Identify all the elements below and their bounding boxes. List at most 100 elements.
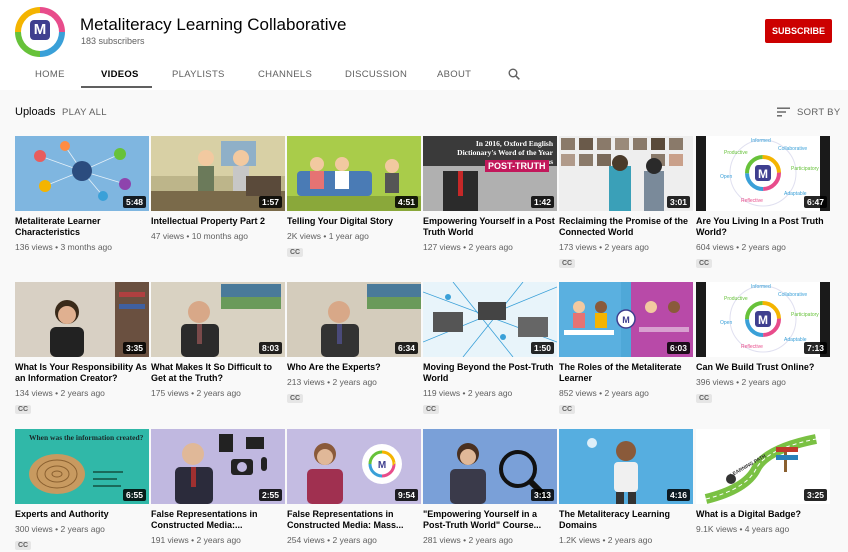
video-thumbnail[interactable]: 4:51 [287,136,421,211]
video-meta: 134 views • 2 years ago [15,388,105,398]
wheel-word: Reflective [741,344,763,350]
video-meta: 175 views • 2 years ago [151,388,241,398]
video-thumbnail[interactable]: In 2016, Oxford English Dictionary's Wor… [423,136,557,211]
video-duration: 3:25 [803,489,827,501]
video-title[interactable]: Who Are the Experts? [287,362,421,373]
tab-channels[interactable]: CHANNELS [258,69,312,80]
video-title[interactable]: Can We Build Trust Online? [696,362,830,373]
video-title[interactable]: Reclaiming the Promise of the Connected … [559,216,693,238]
play-all-button[interactable]: PLAY ALL [62,107,107,118]
video-thumbnail[interactable]: 4:16 [559,429,693,504]
video-duration: 1:42 [530,196,554,208]
video-card[interactable]: M 9:54 False Representations in Construc… [287,429,421,545]
video-title[interactable]: False Representations in Constructed Med… [287,509,421,531]
video-meta: 604 views • 2 years ago [696,242,786,252]
video-card[interactable]: 1:57 Intellectual Property Part 2 47 vie… [151,136,285,241]
video-meta: 2K views • 1 year ago [287,231,369,241]
video-thumbnail[interactable]: 1:50 [423,282,557,357]
tab-about[interactable]: ABOUT [437,69,471,80]
video-title[interactable]: Empowering Yourself in a Post Truth Worl… [423,216,557,238]
video-meta: 119 views • 2 years ago [423,388,513,398]
video-thumbnail[interactable]: 3:13 [423,429,557,504]
video-card[interactable]: When was the information created? 6:55 E… [15,429,149,552]
closed-captions-badge: CC [696,394,713,403]
video-duration: 8:03 [258,342,282,354]
svg-text:M: M [622,315,630,325]
video-thumbnail[interactable]: When was the information created? 6:55 [15,429,149,504]
video-thumbnail[interactable]: M 6:03 [559,282,693,357]
tab-playlists[interactable]: PLAYLISTS [172,69,225,80]
tab-discussion[interactable]: DISCUSSION [345,69,407,80]
video-duration: 1:50 [530,342,554,354]
video-duration: 2:55 [258,489,282,501]
wheel-word: Collaborative [778,146,808,152]
video-title[interactable]: "Empowering Yourself in a Post-Truth Wor… [423,509,557,531]
tab-videos[interactable]: VIDEOS [101,69,139,80]
video-thumbnail[interactable]: M 9:54 [287,429,421,504]
closed-captions-badge: CC [423,405,440,414]
video-card[interactable]: 8:03 What Makes It So Difficult to Get a… [151,282,285,398]
video-card[interactable]: 1:50 Moving Beyond the Post-Truth World … [423,282,557,416]
video-thumbnail[interactable]: 8:03 [151,282,285,357]
video-thumbnail[interactable]: 2:55 [151,429,285,504]
video-title[interactable]: What Makes It So Difficult to Get at the… [151,362,285,384]
video-title[interactable]: False Representations in Constructed Med… [151,509,285,531]
video-thumbnail[interactable]: 3:35 [15,282,149,357]
video-thumbnail[interactable]: 6:34 [287,282,421,357]
tab-home[interactable]: HOME [35,69,65,80]
subscribe-button[interactable]: SUBSCRIBE [765,19,832,43]
video-card[interactable]: 3:01 Reclaiming the Promise of the Conne… [559,136,693,270]
svg-text:M: M [758,167,768,181]
video-card[interactable]: 6:34 Who Are the Experts? 213 views • 2 … [287,282,421,405]
video-thumbnail[interactable]: 3:01 [559,136,693,211]
video-meta: 136 views • 3 months ago [15,242,113,252]
video-card[interactable]: In 2016, Oxford English Dictionary's Wor… [423,136,557,252]
video-title[interactable]: Moving Beyond the Post-Truth World [423,362,557,384]
video-meta: 47 views • 10 months ago [151,231,249,241]
closed-captions-badge: CC [15,541,32,550]
video-card[interactable]: LEARNING PATH 3:25 What is a Digital Bad… [696,429,830,534]
video-thumbnail[interactable]: M Informed Collaborative Participatory A… [696,136,830,211]
sort-icon[interactable] [777,107,790,117]
video-card[interactable]: M Informed Collaborative Participatory A… [696,282,830,405]
wheel-word: Reflective [741,198,763,204]
video-duration: 4:16 [666,489,690,501]
video-title[interactable]: Intellectual Property Part 2 [151,216,285,227]
closed-captions-badge: CC [287,248,304,257]
video-thumbnail[interactable]: 5:48 [15,136,149,211]
video-meta: 127 views • 2 years ago [423,242,513,252]
avatar-letter: M [30,20,50,40]
video-card[interactable]: 2:55 False Representations in Constructe… [151,429,285,545]
video-meta: 9.1K views • 4 years ago [696,524,790,534]
wheel-word: Open [720,174,733,180]
video-card[interactable]: 4:51 Telling Your Digital Story 2K views… [287,136,421,259]
video-title[interactable]: What is a Digital Badge? [696,509,830,520]
video-title[interactable]: The Roles of the Metaliterate Learner [559,362,693,384]
video-card[interactable]: 5:48 Metaliterate Learner Characteristic… [15,136,149,252]
video-card[interactable]: 3:35 What Is Your Responsibility As an I… [15,282,149,416]
wheel-word: Participatory [791,312,819,318]
video-title[interactable]: Experts and Authority [15,509,149,520]
video-card[interactable]: 3:13 "Empowering Yourself in a Post-Trut… [423,429,557,545]
video-title[interactable]: Metaliterate Learner Characteristics [15,216,149,238]
video-duration: 4:51 [394,196,418,208]
video-card[interactable]: M Informed Collaborative Participatory A… [696,136,830,270]
video-thumbnail[interactable]: M Informed Collaborative Participatory A… [696,282,830,357]
video-duration: 6:47 [803,196,827,208]
video-title[interactable]: What Is Your Responsibility As an Inform… [15,362,149,384]
video-meta: 213 views • 2 years ago [287,377,377,387]
video-title[interactable]: Telling Your Digital Story [287,216,421,227]
svg-text:M: M [378,460,386,471]
video-title[interactable]: The Metaliteracy Learning Domains [559,509,693,531]
channel-avatar[interactable]: M [15,7,65,57]
sort-by-button[interactable]: SORT BY [797,107,840,118]
video-title[interactable]: Are You Living In a Post Truth World? [696,216,830,238]
channel-header: M Metaliteracy Learning Collaborative 18… [0,0,848,90]
video-card[interactable]: 4:16 The Metaliteracy Learning Domains 1… [559,429,693,545]
video-thumbnail[interactable]: 1:57 [151,136,285,211]
wheel-word: Open [720,320,733,326]
search-icon[interactable] [508,68,520,80]
video-thumbnail[interactable]: LEARNING PATH 3:25 [696,429,830,504]
video-card[interactable]: M 6:03 The Roles of the Metaliterate Lea… [559,282,693,416]
closed-captions-badge: CC [287,394,304,403]
